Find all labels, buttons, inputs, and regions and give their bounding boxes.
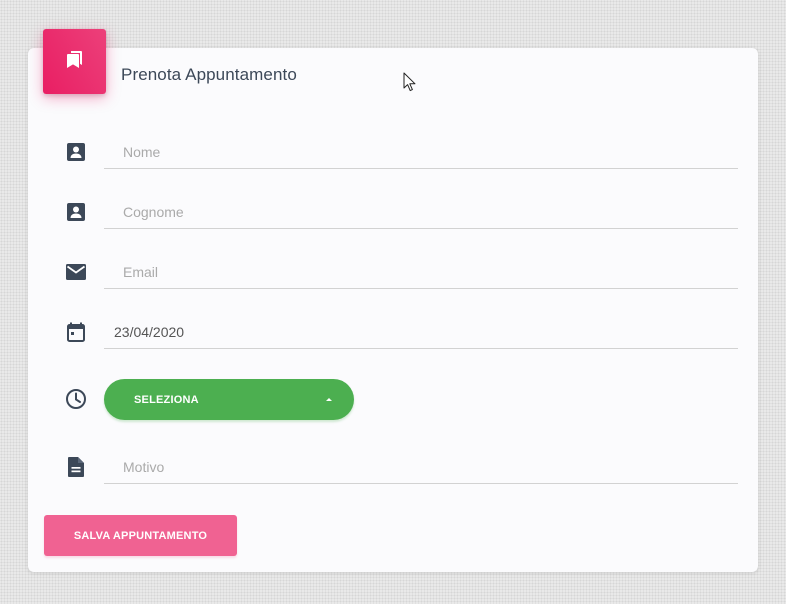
contact-card-icon <box>64 200 88 224</box>
caret-up-icon <box>326 398 332 401</box>
nome-input[interactable] <box>104 135 738 168</box>
mail-icon <box>64 260 88 284</box>
save-appointment-button[interactable]: SALVA APPUNTAMENTO <box>44 515 237 556</box>
calendar-icon <box>64 320 88 344</box>
email-input[interactable] <box>104 255 738 288</box>
clock-icon <box>64 387 88 411</box>
cognome-input[interactable] <box>104 195 738 228</box>
date-input[interactable] <box>104 315 738 348</box>
document-icon <box>64 455 88 479</box>
bookmarks-icon <box>63 47 87 76</box>
appointment-card <box>28 48 758 572</box>
cognome-field <box>104 195 738 229</box>
contact-card-icon <box>64 140 88 164</box>
motivo-field <box>104 450 738 484</box>
nome-field <box>104 135 738 169</box>
time-select-label: SELEZIONA <box>134 393 199 406</box>
card-title: Prenota Appuntamento <box>121 65 297 84</box>
time-select-button[interactable]: SELEZIONA <box>104 379 354 420</box>
email-field <box>104 255 738 289</box>
card-header-badge <box>43 29 106 94</box>
motivo-input[interactable] <box>104 450 738 483</box>
data-field <box>104 315 738 349</box>
mouse-pointer-icon <box>403 72 417 92</box>
